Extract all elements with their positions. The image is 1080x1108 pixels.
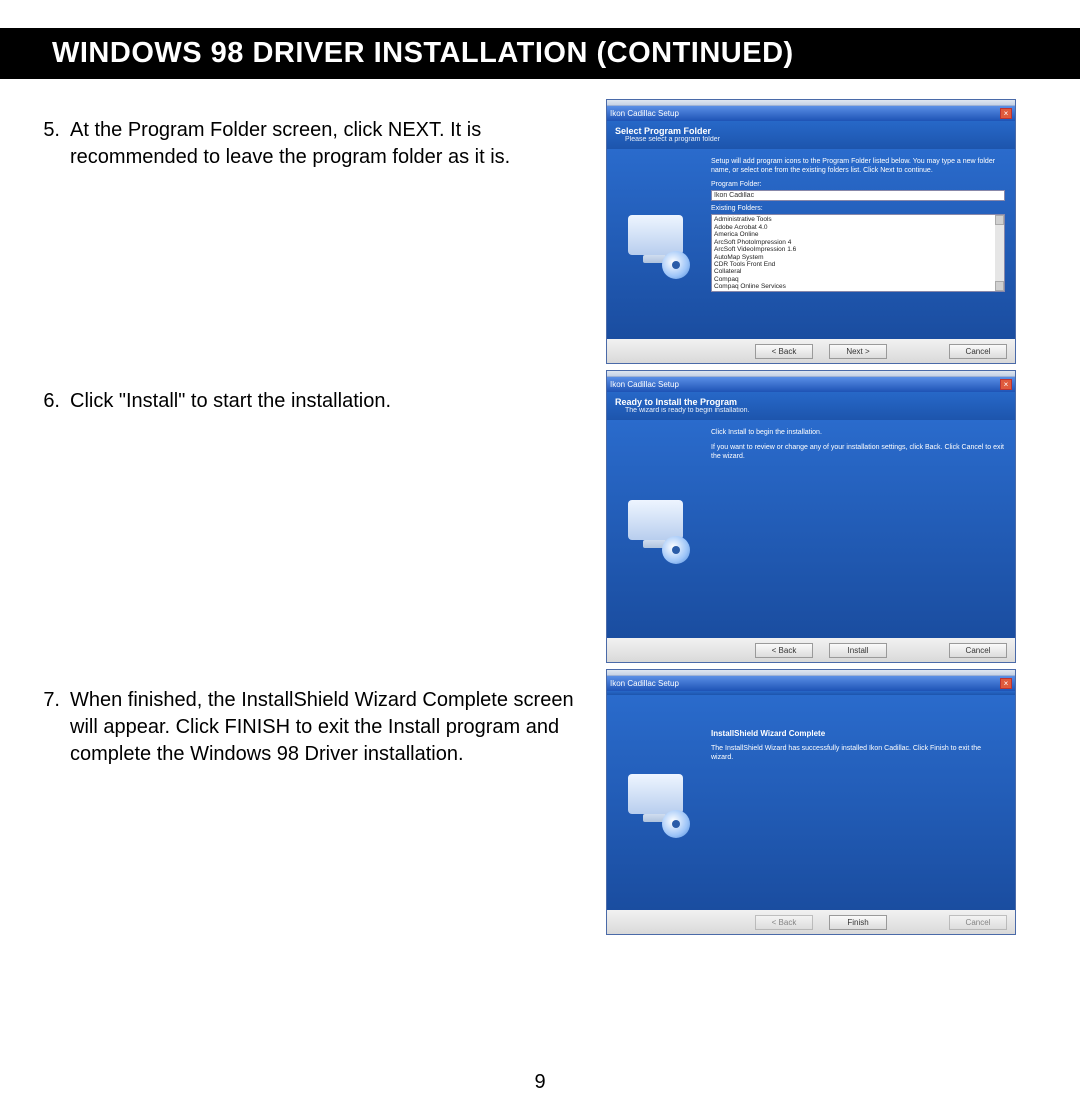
back-button[interactable]: < Back (755, 643, 813, 658)
scrollbar[interactable] (995, 215, 1004, 291)
list-item[interactable]: Compaq (714, 276, 1002, 283)
install-button[interactable]: Install (829, 643, 887, 658)
step-6-text: Click "Install" to start the installatio… (70, 388, 586, 415)
next-button[interactable]: Next > (829, 344, 887, 359)
existing-folders-list[interactable]: Administrative Tools Adobe Acrobat 4.0 A… (711, 214, 1005, 292)
step-7-row: 7. When finished, the InstallShield Wiza… (36, 669, 1044, 935)
cancel-button[interactable]: Cancel (949, 344, 1007, 359)
installer-dialog-7: Ikon Cadillac Setup × InstallShield Wiza… (606, 669, 1016, 935)
dialog-5-header: Select Program Folder Please select a pr… (607, 121, 1015, 149)
close-icon[interactable]: × (1000, 108, 1012, 119)
dialog-5-desc: Setup will add program icons to the Prog… (711, 157, 1005, 175)
step-5-number: 5. (36, 117, 70, 171)
program-folder-label: Program Folder: (711, 181, 1005, 188)
dialog-6-titlebar: Ikon Cadillac Setup × (607, 377, 1015, 392)
content-area: 5. At the Program Folder screen, click N… (0, 79, 1080, 941)
dialog-6-subheader: The wizard is ready to begin installatio… (615, 407, 1007, 414)
dialog-6-line1: Click Install to begin the installation. (711, 428, 1005, 437)
dialog-6-line2: If you want to review or change any of y… (711, 443, 1005, 461)
installer-dialog-5: Ikon Cadillac Setup × Select Program Fol… (606, 99, 1016, 364)
cancel-button: Cancel (949, 915, 1007, 930)
finish-button[interactable]: Finish (829, 915, 887, 930)
dialog-7-graphic (607, 695, 707, 910)
page-number: 9 (0, 1071, 1080, 1094)
installer-dialog-6: Ikon Cadillac Setup × Ready to Install t… (606, 370, 1016, 663)
list-item[interactable]: CDR Tools Front End (714, 261, 1002, 268)
cancel-button[interactable]: Cancel (949, 643, 1007, 658)
list-item[interactable]: ArcSoft VideoImpression 1.6 (714, 246, 1002, 253)
dialog-7-line: The InstallShield Wizard has successfull… (711, 744, 1005, 762)
list-item[interactable]: America Online (714, 231, 1002, 238)
dialog-6-header: Ready to Install the Program The wizard … (607, 392, 1015, 420)
list-item[interactable]: Collateral (714, 268, 1002, 275)
page-title: WINDOWS 98 DRIVER INSTALLATION (CONTINUE… (0, 28, 1080, 79)
list-item[interactable]: Administrative Tools (714, 216, 1002, 223)
dialog-6-graphic (607, 420, 707, 638)
dialog-6-title: Ikon Cadillac Setup (610, 380, 679, 389)
list-item[interactable]: CompuServe 2000 (714, 291, 1002, 292)
program-folder-input[interactable] (711, 190, 1005, 201)
step-5-text: At the Program Folder screen, click NEXT… (70, 117, 586, 171)
step-7: 7. When finished, the InstallShield Wiza… (36, 687, 586, 768)
back-button[interactable]: < Back (755, 344, 813, 359)
list-item[interactable]: Adobe Acrobat 4.0 (714, 224, 1002, 231)
step-6: 6. Click "Install" to start the installa… (36, 388, 586, 415)
existing-folders-label: Existing Folders: (711, 205, 1005, 212)
dialog-7-bold: InstallShield Wizard Complete (711, 729, 1005, 738)
step-6-row: 6. Click "Install" to start the installa… (36, 370, 1044, 663)
back-button: < Back (755, 915, 813, 930)
dialog-5-header-title: Select Program Folder (615, 126, 1007, 136)
dialog-7-title: Ikon Cadillac Setup (610, 679, 679, 688)
dialog-7-titlebar: Ikon Cadillac Setup × (607, 676, 1015, 691)
close-icon[interactable]: × (1000, 678, 1012, 689)
list-item[interactable]: AutoMap System (714, 254, 1002, 261)
step-7-text: When finished, the InstallShield Wizard … (70, 687, 586, 768)
step-5: 5. At the Program Folder screen, click N… (36, 117, 586, 171)
step-6-number: 6. (36, 388, 70, 415)
list-item[interactable]: ArcSoft PhotoImpression 4 (714, 239, 1002, 246)
dialog-5-title: Ikon Cadillac Setup (610, 109, 679, 118)
step-5-row: 5. At the Program Folder screen, click N… (36, 99, 1044, 364)
dialog-5-titlebar: Ikon Cadillac Setup × (607, 106, 1015, 121)
dialog-5-subheader: Please select a program folder (615, 136, 1007, 143)
dialog-6-header-title: Ready to Install the Program (615, 397, 1007, 407)
close-icon[interactable]: × (1000, 379, 1012, 390)
dialog-5-graphic (607, 149, 707, 339)
step-7-number: 7. (36, 687, 70, 768)
list-item[interactable]: Compaq Online Services (714, 283, 1002, 290)
